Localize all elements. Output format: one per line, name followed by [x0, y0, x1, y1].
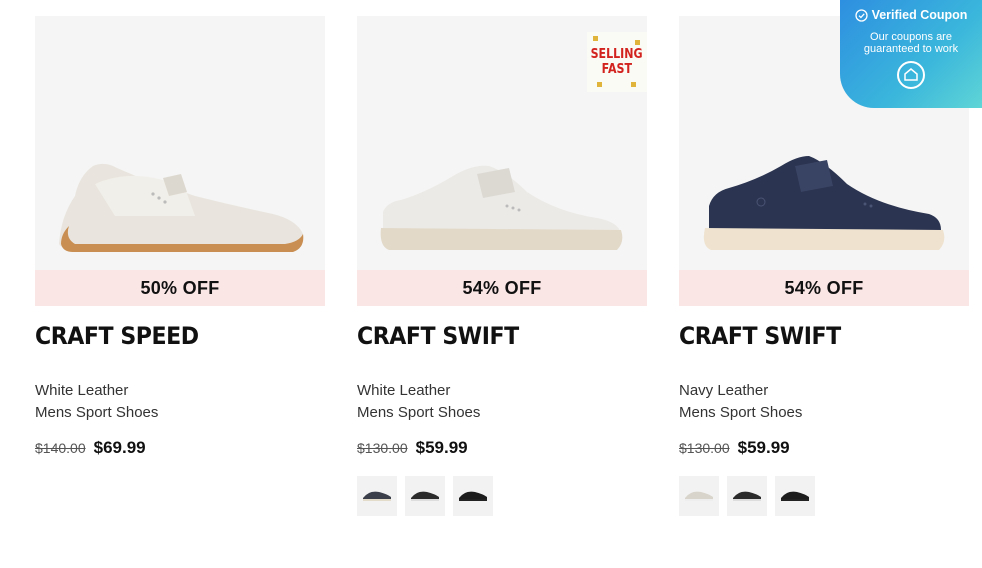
- color-swatches: [357, 476, 647, 516]
- shoe-thumb-icon: [411, 491, 439, 501]
- sale-price: $59.99: [415, 438, 468, 457]
- discount-banner: 54% OFF: [357, 270, 647, 306]
- product-color: Navy Leather: [679, 382, 769, 399]
- coupon-line2: guaranteed to work: [863, 43, 959, 55]
- verified-coupon-badge[interactable]: Verified Coupon Our coupons are guarante…: [840, 0, 982, 108]
- discount-banner: 50% OFF: [35, 270, 325, 306]
- product-category: Mens Sport Shoes: [357, 404, 481, 421]
- discount-banner: 54% OFF: [679, 270, 969, 306]
- coupon-logo-icon: [897, 61, 925, 89]
- coupon-line1: Our coupons are: [870, 31, 952, 43]
- swatch-white[interactable]: [679, 476, 719, 516]
- product-title[interactable]: CRAFT SPEED: [35, 322, 302, 352]
- swatch-navy[interactable]: [357, 476, 397, 516]
- swatch-white-black[interactable]: [405, 476, 445, 516]
- shoe-thumb-icon: [363, 491, 391, 501]
- shoe-thumb-icon: [685, 491, 713, 501]
- shoe-thumb-icon: [733, 491, 761, 501]
- swatch-white-black[interactable]: [727, 476, 767, 516]
- original-price: $130.00: [679, 440, 730, 456]
- sneaker-image: [59, 163, 304, 252]
- selling-fast-badge: SELLING FAST: [587, 32, 647, 92]
- product-color: White Leather: [357, 382, 451, 399]
- swatch-black[interactable]: [775, 476, 815, 516]
- color-swatches: [679, 476, 969, 516]
- shoe-thumb-icon: [459, 491, 487, 501]
- product-title[interactable]: CRAFT SWIFT: [679, 322, 946, 352]
- product-card[interactable]: 50% OFF CRAFT SPEED White Leather Mens S…: [35, 16, 325, 458]
- original-price: $130.00: [357, 440, 408, 456]
- product-color: White Leather: [35, 382, 129, 399]
- product-category: Mens Sport Shoes: [35, 404, 159, 421]
- product-category: Mens Sport Shoes: [679, 404, 803, 421]
- coupon-title: Verified Coupon: [871, 8, 968, 22]
- check-circle-icon: [854, 8, 868, 22]
- original-price: $140.00: [35, 440, 86, 456]
- swatch-black[interactable]: [453, 476, 493, 516]
- selling-fast-line2: FAST: [601, 62, 633, 77]
- shoe-thumb-icon: [781, 491, 809, 501]
- sale-price: $59.99: [737, 438, 790, 457]
- product-card[interactable]: SELLING FAST 54% OFF CRAFT SWIFT White L…: [357, 16, 647, 516]
- selling-fast-line1: SELLING: [590, 47, 644, 62]
- sale-price: $69.99: [93, 438, 146, 457]
- product-image[interactable]: [35, 16, 325, 270]
- product-image[interactable]: SELLING FAST: [357, 16, 647, 270]
- product-title[interactable]: CRAFT SWIFT: [357, 322, 624, 352]
